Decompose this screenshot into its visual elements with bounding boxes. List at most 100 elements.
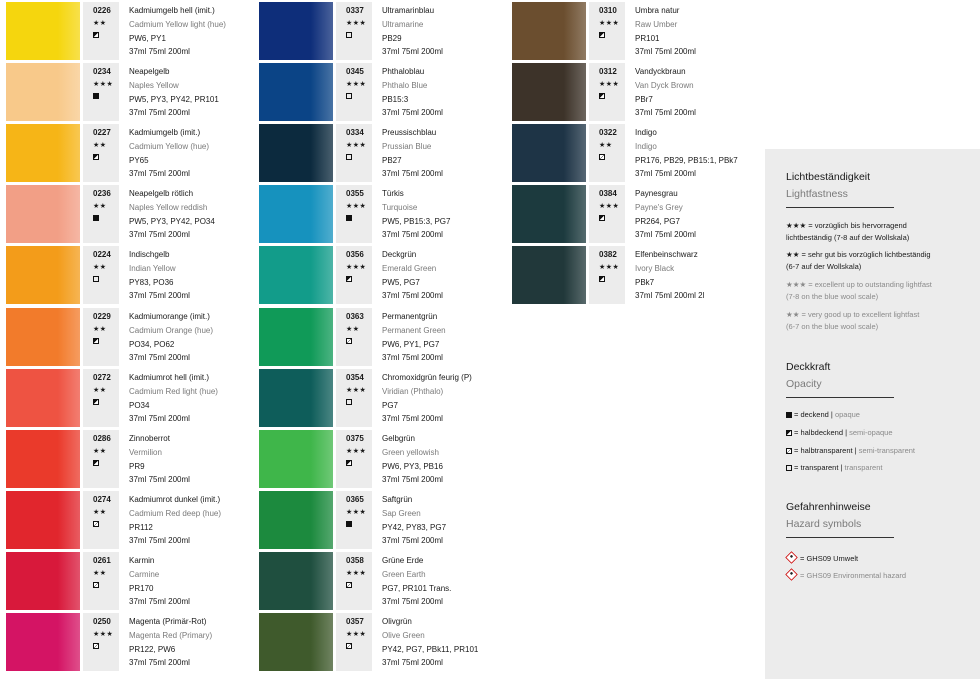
color-name-en: Naples Yellow [129, 81, 179, 90]
lightfastness-stars: ★★★ [599, 20, 620, 27]
color-card: 0236 ★★ Neapelgelb rötlich Naples Yellow re… [6, 185, 246, 243]
color-name-en: Cadmium Yellow light (hue) [129, 20, 226, 29]
pigments: PY42, PG7, PBk11, PR101 [382, 645, 479, 654]
opacity-title-en: Opacity [786, 378, 822, 390]
lightfastness-stars: ★★ [93, 20, 107, 27]
pigments: PY83, PO36 [129, 278, 174, 287]
color-name-de: Kadmiumrot dunkel (imit.) [129, 495, 221, 504]
color-swatch [259, 63, 333, 121]
color-code: 0355 [346, 189, 364, 198]
sizes: 37ml 75ml 200ml [129, 597, 190, 606]
color-card: 0357 ★★★ Olivgrün Olive Green PY42, PG7, PBk… [259, 613, 499, 671]
color-card: 0274 ★★ Kadmiumrot dunkel (imit.) Cadmium R… [6, 491, 246, 549]
code-box: 0272 ★★ [83, 369, 119, 427]
color-name-en: Olive Green [382, 631, 425, 640]
sizes: 37ml 75ml 200ml [635, 108, 696, 117]
color-code: 0261 [93, 556, 111, 565]
lightfastness-stars: ★★ [93, 509, 107, 516]
color-card: 0363 ★★ Permanentgrün Permanent Green PW6, P… [259, 308, 499, 366]
lightfastness-stars: ★★★ [346, 448, 367, 455]
color-card: 0226 ★★ Kadmiumgelb hell (imit.) Cadmium Ye… [6, 2, 246, 60]
color-swatch [259, 185, 333, 243]
opacity-icon [93, 215, 99, 221]
color-swatch [6, 613, 80, 671]
opacity-icon [346, 215, 352, 221]
color-name-de: Türkis [382, 189, 404, 198]
sizes: 37ml 75ml 200ml [635, 47, 696, 56]
opacity-icon [346, 93, 352, 99]
code-box: 0229 ★★ [83, 308, 119, 366]
opacity-icon [93, 154, 99, 160]
lightfastness-title: Lichtbeständigkeit [786, 171, 871, 183]
color-name-de: Karmin [129, 556, 155, 565]
color-swatch [512, 2, 586, 60]
lightfastness-line: ★★★ = vorzüglich bis hervorragend [786, 221, 907, 230]
opaque-icon [786, 412, 792, 418]
hazard-title-en: Hazard symbols [786, 518, 862, 530]
lightfastness-stars: ★★★ [599, 81, 620, 88]
color-name-en: Vermilion [129, 448, 162, 457]
opacity-icon [93, 643, 99, 649]
color-name-de: Kadmiumorange (imit.) [129, 312, 210, 321]
opacity-icon [93, 399, 99, 405]
color-code: 0322 [599, 128, 617, 137]
pigments: PY42, PY83, PG7 [382, 523, 447, 532]
color-code: 0224 [93, 250, 111, 259]
color-name-de: Chromoxidgrün feurig (P) [382, 373, 472, 382]
color-name-en: Phthalo Blue [382, 81, 428, 90]
sizes: 37ml 75ml 200ml [129, 414, 190, 423]
color-name-en: Cadmium Orange (hue) [129, 326, 214, 335]
color-swatch [6, 491, 80, 549]
sizes: 37ml 75ml 200ml [129, 475, 190, 484]
color-name-en: Green Earth [382, 570, 426, 579]
opacity-icon [346, 582, 352, 588]
opacity-icon [93, 582, 99, 588]
lightfastness-stars: ★★★ [599, 203, 620, 210]
sizes: 37ml 75ml 200ml [129, 658, 190, 667]
opacity-icon [346, 643, 352, 649]
lightfastness-stars: ★★★ [599, 264, 620, 271]
color-name-de: Kadmiumgelb hell (imit.) [129, 6, 215, 15]
pigments: PBk7 [635, 278, 655, 287]
divider [786, 207, 894, 208]
hazard-row-de: = GHS09 Umwelt [785, 551, 858, 564]
color-name-de: Permanentgrün [382, 312, 438, 321]
color-code: 0236 [93, 189, 111, 198]
code-box: 0355 ★★★ [336, 185, 372, 243]
lightfastness-stars: ★★★ [93, 631, 114, 638]
color-swatch [512, 63, 586, 121]
lightfastness-stars: ★★★ [346, 203, 367, 210]
pigments: PY65 [129, 156, 149, 165]
lightfastness-stars: ★★ [599, 142, 613, 149]
color-card: 0334 ★★★ Preussischblau Prussian Blue PB27 37… [259, 124, 499, 182]
lightfastness-stars: ★★★ [346, 142, 367, 149]
color-card: 0310 ★★★ Umbra natur Raw Umber PR101 37ml 75m… [512, 2, 752, 60]
color-swatch [6, 369, 80, 427]
opacity-icon [346, 154, 352, 160]
color-swatch [512, 185, 586, 243]
code-box: 0382 ★★★ [589, 246, 625, 304]
color-swatch [259, 308, 333, 366]
color-name-de: Magenta (Primär-Rot) [129, 617, 207, 626]
opacity-icon [599, 154, 605, 160]
color-name-en: Payne's Grey [635, 203, 683, 212]
sizes: 37ml 75ml 200ml [382, 414, 443, 423]
divider [786, 537, 894, 538]
sizes: 37ml 75ml 200ml [382, 230, 443, 239]
color-name-en: Van Dyck Brown [635, 81, 694, 90]
sizes: 37ml 75ml 200ml [382, 169, 443, 178]
opacity-icon [93, 521, 99, 527]
color-code: 0310 [599, 6, 617, 15]
color-swatch [6, 124, 80, 182]
pigments: PG7, PR101 Trans. [382, 584, 452, 593]
color-name-de: Kadmiumrot hell (imit.) [129, 373, 210, 382]
transparent-icon [786, 465, 792, 471]
color-card: 0337 ★★★ Ultramarinblau Ultramarine PB29 37ml… [259, 2, 499, 60]
sizes: 37ml 75ml 200ml [129, 230, 190, 239]
code-box: 0354 ★★★ [336, 369, 372, 427]
color-swatch [6, 430, 80, 488]
lightfastness-line: (6-7 auf der Wollskala) [786, 262, 862, 271]
color-name-en: Permanent Green [382, 326, 446, 335]
code-box: 0226 ★★ [83, 2, 119, 60]
code-box: 0236 ★★ [83, 185, 119, 243]
